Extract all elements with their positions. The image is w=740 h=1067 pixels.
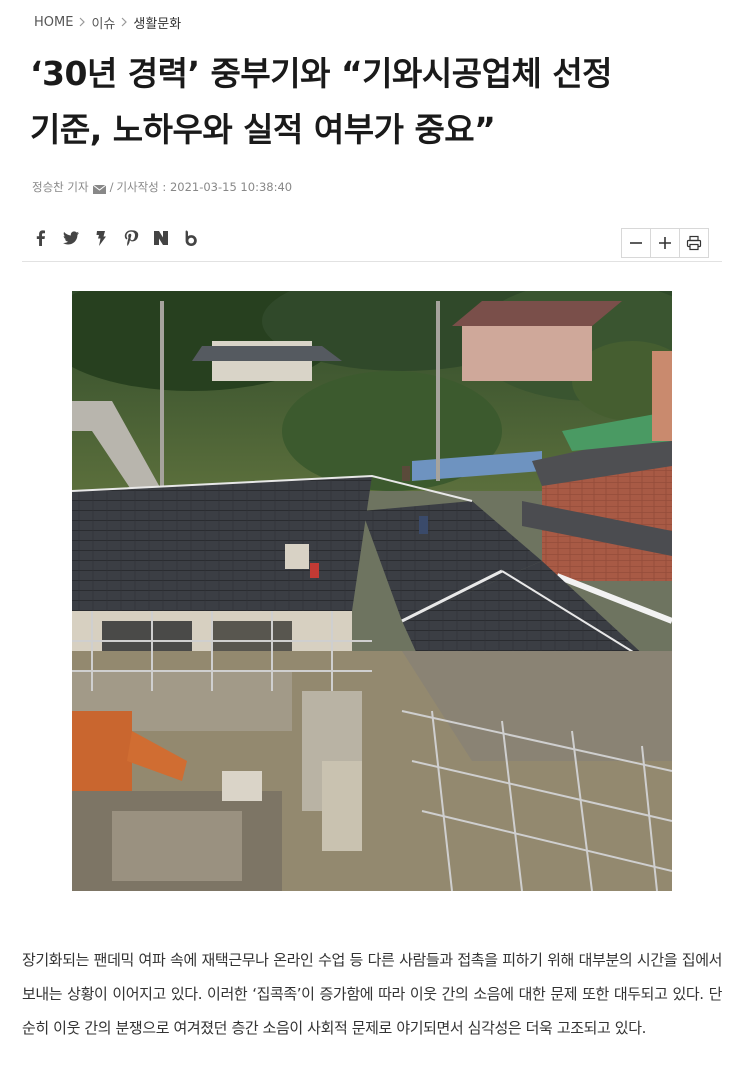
author-name[interactable]: 정승찬 기자 <box>32 179 89 195</box>
article-photo <box>72 291 672 891</box>
breadcrumb: HOME 이슈 생활문화 <box>34 12 181 32</box>
divider <box>22 261 722 262</box>
kakaostory-icon[interactable] <box>86 226 116 250</box>
font-increase-button[interactable] <box>650 228 680 258</box>
headline-line-1: ‘30년 경력’ 중부기와 “기와시공업체 선정 <box>30 54 613 93</box>
meta-separator: / <box>109 180 114 194</box>
share-bar <box>26 226 206 250</box>
article-meta: 정승찬 기자 / 기사작성 : 2021-03-15 10:38:40 <box>32 178 292 196</box>
headline-line-2: 기준, 노하우와 실적 여부가 중요” <box>30 110 496 149</box>
chevron-right-icon <box>75 15 89 29</box>
pinterest-icon[interactable] <box>116 226 146 250</box>
band-icon[interactable] <box>176 226 206 250</box>
mail-icon[interactable] <box>92 183 106 194</box>
article-tools <box>621 228 709 258</box>
chevron-right-icon <box>117 15 131 29</box>
article-body: 장기화되는 팬데믹 여파 속에 재택근무나 온라인 수업 등 다른 사람들과 접… <box>22 951 722 1037</box>
breadcrumb-issue[interactable]: 이슈 <box>91 13 115 32</box>
roof-construction-photo <box>72 291 672 891</box>
article-headline: ‘30년 경력’ 중부기와 “기와시공업체 선정 기준, 노하우와 실적 여부가… <box>30 46 720 158</box>
breadcrumb-lifestyle-culture[interactable]: 생활문화 <box>133 13 181 32</box>
twitter-icon[interactable] <box>56 226 86 250</box>
font-decrease-icon <box>630 242 642 244</box>
published-date: 기사작성 : 2021-03-15 10:38:40 <box>116 180 293 194</box>
font-increase-icon <box>659 237 671 249</box>
font-decrease-button[interactable] <box>621 228 651 258</box>
breadcrumb-home[interactable]: HOME <box>34 15 73 30</box>
print-button[interactable] <box>679 228 709 258</box>
print-icon <box>686 235 702 251</box>
naver-icon[interactable] <box>146 226 176 250</box>
facebook-icon[interactable] <box>26 226 56 250</box>
